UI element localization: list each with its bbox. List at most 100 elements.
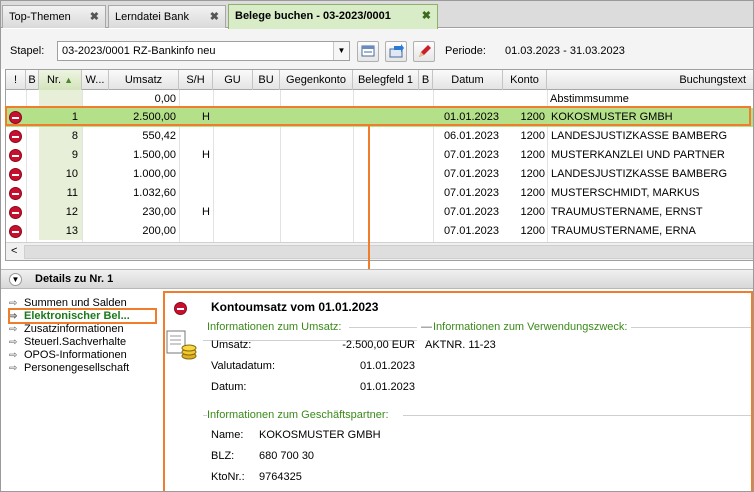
row-datum: 06.01.2023 (443, 130, 499, 142)
close-icon[interactable]: ✖ (210, 10, 219, 23)
nav-item-label: Steuerl.Sachverhalte (24, 336, 127, 348)
group-divider-mark: — (421, 321, 432, 333)
group-verwendung-title: Informationen zum Verwendungszweck: (433, 321, 628, 333)
row-buchungstext: TRAUMUSTERNAME, ERNA (551, 225, 696, 237)
arrow-right-icon: ⇨ (9, 350, 18, 361)
sort-ascending-icon: ▲ (64, 75, 74, 85)
nav-item-personengesellschaft[interactable]: ⇨ Personengesellschaft (9, 362, 129, 375)
name-label: Name: (211, 429, 244, 441)
row-sh: H (202, 206, 210, 218)
row-sh (202, 165, 222, 184)
periode-value: 01.03.2023 - 31.03.2023 (505, 45, 625, 57)
row-umsatz: 1.032,60 (133, 187, 176, 199)
row-konto: 1200 (520, 149, 545, 161)
col-header-bu[interactable]: BU (253, 70, 280, 90)
row-datum: 07.01.2023 (443, 168, 499, 180)
error-stop-icon (174, 302, 187, 315)
nav-item-opos[interactable]: ⇨ OPOS-Informationen (9, 349, 127, 362)
col-header-nr[interactable]: Nr. ▲ (39, 70, 82, 90)
umsatz-value: -2.500,00 EUR (342, 339, 415, 351)
row-datum: 07.01.2023 (443, 206, 499, 218)
row-datum: 07.01.2023 (443, 149, 499, 161)
table-row[interactable]: 13 200,00 07.01.2023 1200 TRAUMUSTERNAME… (6, 222, 753, 241)
row-buchungstext: LANDESJUSTIZKASSE BAMBERG (551, 130, 728, 142)
arrow-right-icon: ⇨ (9, 363, 18, 374)
edit-button[interactable] (413, 41, 435, 62)
tab-lerndatei-bank[interactable]: Lerndatei Bank ✖ (108, 5, 226, 28)
row-konto: 1200 (520, 187, 545, 199)
row-konto: 1200 (520, 130, 545, 142)
col-header-w[interactable]: W... (82, 70, 109, 90)
col-header-b2[interactable]: B (419, 70, 433, 90)
scroll-left-icon[interactable]: < (11, 245, 17, 257)
error-stop-icon (9, 206, 22, 219)
row-sh: H (202, 149, 210, 161)
table-row[interactable]: 11 1.032,60 07.01.2023 1200 MUSTERSCHMID… (6, 184, 753, 203)
booking-grid: ! B Nr. ▲ W... Umsatz S/H GU BU Gegenkon… (5, 69, 753, 261)
tab-belege-buchen[interactable]: Belege buchen - 03-2023/0001 ✖ (228, 4, 438, 29)
col-header-belegfeld1[interactable]: Belegfeld 1 (353, 70, 419, 90)
nav-item-label: Zusatzinformationen (24, 323, 124, 335)
col-header-status[interactable]: ! (6, 70, 26, 90)
chevron-down-icon[interactable]: ▼ (333, 42, 349, 60)
close-icon[interactable]: ✖ (90, 10, 99, 23)
col-header-gu[interactable]: GU (213, 70, 253, 90)
col-header-gegenkonto[interactable]: Gegenkonto (280, 70, 353, 90)
tab-top-themen[interactable]: Top-Themen ✖ (2, 5, 106, 28)
col-header-umsatz[interactable]: Umsatz (109, 70, 179, 90)
row-nr: 11 (66, 187, 78, 199)
row-konto: 1200 (520, 225, 545, 237)
umsatz-label: Umsatz: (211, 339, 252, 351)
stapel-select[interactable]: 03-2023/0001 RZ-Bankinfo neu ▼ (57, 41, 350, 61)
group-partner-title: Informationen zum Geschäftspartner: (207, 409, 389, 421)
stapel-toolbar: Stapel: 03-2023/0001 RZ-Bankinfo neu ▼ P… (1, 29, 753, 69)
details-header[interactable]: ▼ Details zu Nr. 1 (1, 269, 753, 289)
table-row[interactable]: 9 1.500,00 H 07.01.2023 1200 MUSTERKANZL… (6, 146, 753, 165)
arrow-right-icon: ⇨ (9, 337, 18, 348)
blz-label: BLZ: (211, 450, 235, 462)
valutadatum-value: 01.01.2023 (359, 360, 415, 372)
error-stop-icon (9, 130, 22, 143)
col-header-datum[interactable]: Datum (433, 70, 503, 90)
tab-label: Top-Themen (9, 11, 71, 23)
row-nr: 13 (65, 225, 78, 237)
details-button[interactable] (357, 41, 379, 62)
col-header-b[interactable]: B (26, 70, 39, 90)
table-row[interactable]: 10 1.000,00 07.01.2023 1200 LANDESJUSTIZ… (6, 165, 753, 184)
nav-item-zusatzinformationen[interactable]: ⇨ Zusatzinformationen (9, 323, 124, 336)
close-icon[interactable]: ✖ (422, 9, 431, 22)
horizontal-scrollbar[interactable]: < (6, 242, 753, 260)
stapel-label: Stapel: (10, 45, 45, 57)
callout-connector-line (368, 126, 370, 278)
row-buchungstext: MUSTERKANZLEI UND PARTNER (551, 149, 725, 161)
group-divider (631, 327, 751, 328)
table-row[interactable]: 12 230,00 H 07.01.2023 1200 TRAUMUSTERNA… (6, 203, 753, 222)
name-value: KOKOSMUSTER GMBH (259, 429, 381, 441)
export-button[interactable] (385, 41, 407, 62)
arrow-right-icon: ⇨ (9, 324, 18, 335)
selected-row-highlight (5, 106, 751, 126)
nav-selection-highlight (8, 308, 157, 324)
col-header-konto[interactable]: Konto (503, 70, 547, 90)
row-umsatz: 1.500,00 (133, 149, 176, 161)
row-umsatz: 200,00 (142, 225, 176, 237)
collapse-chevron-icon[interactable]: ▼ (9, 273, 22, 286)
row-buchungstext: TRAUMUSTERNAME, ERNST (551, 206, 703, 218)
table-row[interactable]: 8 550,42 06.01.2023 1200 LANDESJUSTIZKAS… (6, 127, 753, 146)
error-stop-icon (9, 149, 22, 162)
row-umsatz: 1.000,00 (133, 168, 176, 180)
app-window: Top-Themen ✖ Lerndatei Bank ✖ Belege buc… (0, 0, 754, 492)
valutadatum-label: Valutadatum: (211, 360, 276, 372)
row-umsatz: 230,00 (142, 206, 176, 218)
nav-item-steuerl[interactable]: ⇨ Steuerl.Sachverhalte (9, 336, 126, 349)
col-header-sh[interactable]: S/H (179, 70, 213, 90)
row-konto: 1200 (520, 206, 545, 218)
scrollbar-thumb[interactable] (24, 245, 753, 259)
nav-item-label: OPOS-Informationen (24, 349, 127, 361)
row-nr: 8 (71, 130, 78, 142)
col-header-buchungstext[interactable]: Buchungstext (547, 70, 753, 90)
row-umsatz: 550,42 (142, 130, 176, 142)
document-coins-icon (166, 330, 197, 360)
group-divider (403, 415, 751, 416)
tab-label: Lerndatei Bank (115, 11, 189, 23)
